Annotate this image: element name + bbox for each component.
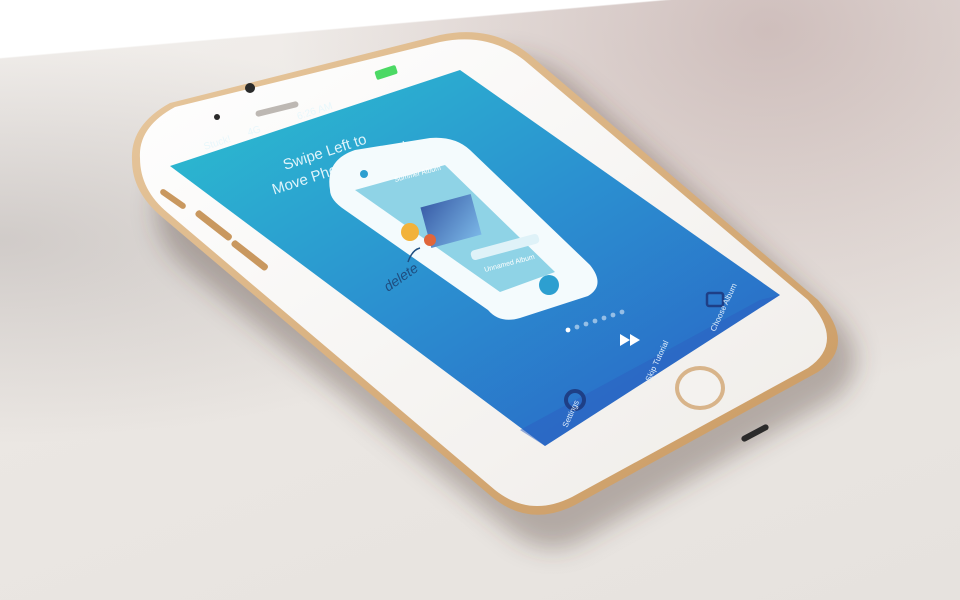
front-camera (245, 83, 255, 93)
page-dot[interactable] (574, 324, 580, 330)
page-dot[interactable] (601, 315, 607, 321)
page-dot[interactable] (565, 327, 571, 333)
page-dot[interactable] (610, 312, 616, 318)
page-dot[interactable] (619, 309, 625, 315)
home-button[interactable] (679, 370, 721, 406)
mini-camera (360, 170, 368, 178)
sunflower-photo (401, 223, 419, 241)
proximity-sensor (214, 114, 220, 120)
page-dot[interactable] (583, 321, 589, 327)
delete-badge-icon (424, 234, 436, 246)
phone-scene: Stuck! 4G 6:26 AM Swipe Left to Move Pho… (131, 32, 856, 549)
page-dot[interactable] (592, 318, 598, 324)
mini-home-button (539, 275, 559, 295)
